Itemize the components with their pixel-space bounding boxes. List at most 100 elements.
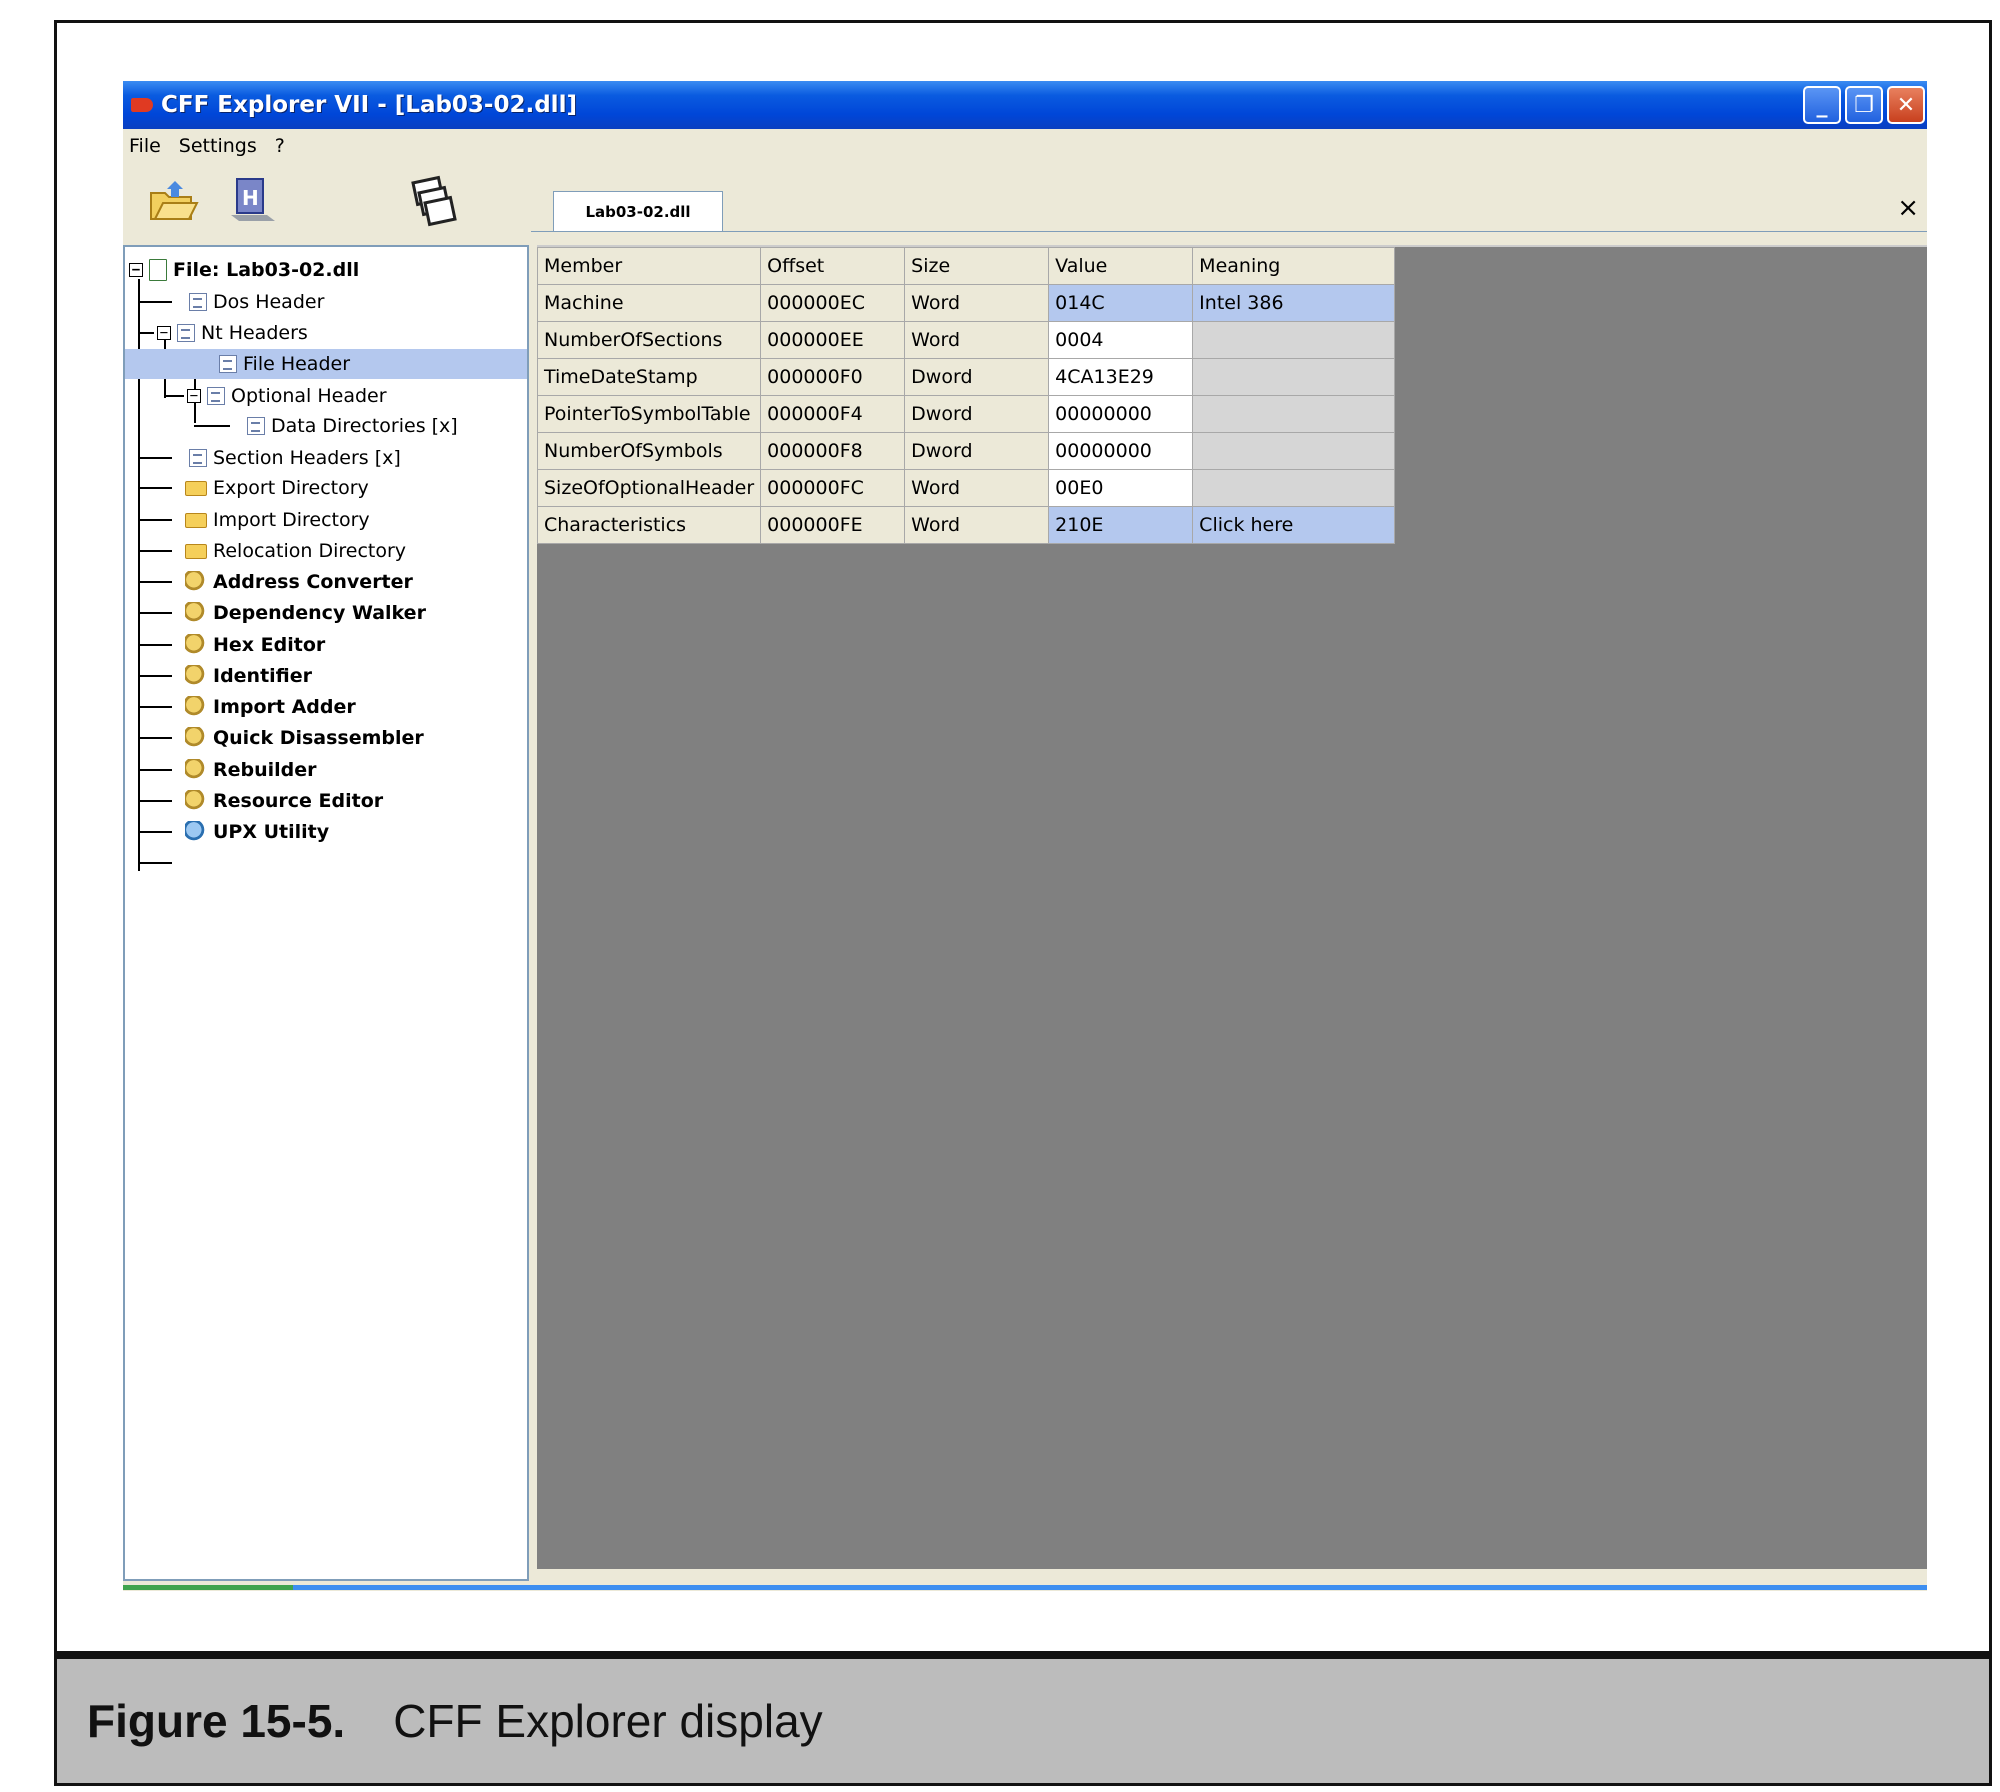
save-disk-icon[interactable]: H	[223, 171, 283, 231]
tree-item-hex-editor[interactable]: Hex Editor	[185, 630, 325, 660]
column-header[interactable]: Meaning	[1192, 247, 1396, 285]
tree-item-export-directory[interactable]: Export Directory	[185, 473, 369, 503]
tab-lab03-02-dll[interactable]: Lab03-02.dll	[553, 191, 723, 231]
tree-connector	[138, 644, 172, 646]
cell-value[interactable]: 014C	[1048, 284, 1194, 322]
tree-item-label: Address Converter	[213, 571, 413, 593]
figure-caption: Figure 15-5. CFF Explorer display	[54, 1654, 1992, 1786]
tree-item-import-adder[interactable]: Import Adder	[185, 692, 356, 722]
tree-root[interactable]: − File: Lab03-02.dll	[129, 255, 359, 285]
tree-panel[interactable]: − File: Lab03-02.dll Dos Header − Nt Hea…	[123, 245, 529, 1581]
tree-item-label: Rebuilder	[213, 759, 317, 781]
tree-item-upx-utility[interactable]: UPX Utility	[185, 817, 329, 847]
collapse-icon[interactable]: −	[129, 263, 143, 277]
tree-item-identifier[interactable]: Identifier	[185, 661, 312, 691]
tree-item-optional-header[interactable]: − Optional Header	[187, 381, 387, 411]
menu-bar: File Settings ?	[123, 129, 1927, 163]
table-row[interactable]: PointerToSymbolTable 000000F4 Dword 0000…	[536, 395, 1396, 433]
table-row[interactable]: Machine 000000EC Word 014C Intel 386	[536, 284, 1396, 322]
tree-item-dependency-walker[interactable]: Dependency Walker	[185, 598, 426, 628]
tree-item-relocation-directory[interactable]: Relocation Directory	[185, 536, 406, 566]
tree-connector	[138, 612, 172, 614]
title-bar[interactable]: CFF Explorer VII - [Lab03-02.dll] _ ❐ ✕	[123, 81, 1927, 129]
tree-item-label: Nt Headers	[201, 322, 308, 344]
cell-offset: 000000F4	[760, 395, 906, 433]
status-bar-segment	[123, 1585, 293, 1590]
restore-button[interactable]: ❐	[1845, 86, 1883, 124]
cell-value[interactable]: 00000000	[1048, 432, 1194, 470]
tree-item-address-converter[interactable]: Address Converter	[185, 567, 413, 597]
cell-meaning	[1192, 469, 1396, 507]
doc-icon	[177, 324, 195, 342]
menu-settings[interactable]: Settings	[177, 135, 269, 157]
tree-item-label: Export Directory	[213, 477, 369, 499]
cell-value[interactable]: 00000000	[1048, 395, 1194, 433]
table-row[interactable]: Characteristics 000000FE Word 210E Click…	[536, 506, 1396, 544]
tree-item-section-headers[interactable]: Section Headers [x]	[189, 443, 401, 473]
cell-value[interactable]: 00E0	[1048, 469, 1194, 507]
cell-offset: 000000FE	[760, 506, 906, 544]
cell-value[interactable]: 0004	[1048, 321, 1194, 359]
cell-meaning	[1192, 432, 1396, 470]
tool-icon	[185, 696, 207, 718]
open-folder-icon[interactable]	[143, 171, 203, 231]
file-header-table: Member Offset Size Value Meaning Machine…	[536, 247, 1396, 544]
tree-item-quick-disassembler[interactable]: Quick Disassembler	[185, 723, 424, 753]
tool-icon	[185, 821, 207, 843]
click-here-link[interactable]: Click here	[1192, 506, 1396, 544]
cell-value[interactable]: 4CA13E29	[1048, 358, 1194, 396]
minimize-button[interactable]: _	[1803, 86, 1841, 124]
table-row[interactable]: TimeDateStamp 000000F0 Dword 4CA13E29	[536, 358, 1396, 396]
tool-icon	[185, 665, 207, 687]
tree-item-label: Data Directories [x]	[271, 415, 458, 437]
tree-item-label: Dos Header	[213, 291, 325, 313]
tree-connector	[138, 862, 172, 864]
tree-connector	[138, 737, 172, 739]
tree-item-data-directories[interactable]: Data Directories [x]	[247, 411, 458, 441]
cell-member: PointerToSymbolTable	[536, 395, 762, 433]
tool-icon	[185, 634, 207, 656]
menu-help[interactable]: ?	[273, 135, 297, 157]
tree-item-dos-header[interactable]: Dos Header	[189, 287, 324, 317]
column-header[interactable]: Member	[536, 247, 762, 285]
figure-caption-text: CFF Explorer display	[393, 1695, 823, 1747]
tree-item-import-directory[interactable]: Import Directory	[185, 505, 370, 535]
cell-offset: 000000F8	[760, 432, 906, 470]
tree-item-file-header[interactable]: File Header	[125, 349, 527, 379]
column-header[interactable]: Value	[1048, 247, 1194, 285]
collapse-icon[interactable]: −	[157, 326, 171, 340]
doc-icon	[219, 355, 237, 373]
tree-item-nt-headers[interactable]: − Nt Headers	[157, 318, 308, 348]
close-button[interactable]: ✕	[1887, 86, 1925, 124]
table-row[interactable]: SizeOfOptionalHeader 000000FC Word 00E0	[536, 469, 1396, 507]
tree-connector	[138, 769, 172, 771]
figure-frame: CFF Explorer VII - [Lab03-02.dll] _ ❐ ✕ …	[54, 20, 1992, 1654]
cell-size: Word	[904, 469, 1050, 507]
tree-item-rebuilder[interactable]: Rebuilder	[185, 755, 317, 785]
cell-meaning	[1192, 358, 1396, 396]
column-header[interactable]: Size	[904, 247, 1050, 285]
tree-item-label: UPX Utility	[213, 821, 330, 843]
column-header[interactable]: Offset	[760, 247, 906, 285]
close-tab-icon[interactable]: ×	[1897, 193, 1919, 223]
tree-item-label: Import Adder	[213, 696, 356, 718]
collapse-icon[interactable]: −	[187, 389, 201, 403]
tool-icon	[185, 790, 207, 812]
cell-offset: 000000FC	[760, 469, 906, 507]
cell-value[interactable]: 210E	[1048, 506, 1194, 544]
tool-icon	[185, 571, 207, 593]
tree-connector	[164, 395, 184, 397]
folder-icon	[185, 512, 207, 528]
table-row[interactable]: NumberOfSymbols 000000F8 Dword 00000000	[536, 432, 1396, 470]
tree-item-resource-editor[interactable]: Resource Editor	[185, 786, 383, 816]
tree-item-label: Dependency Walker	[213, 602, 426, 624]
windows-cascade-icon[interactable]	[405, 171, 465, 231]
tree-item-label: Relocation Directory	[213, 540, 407, 562]
menu-file[interactable]: File	[127, 135, 173, 157]
tree-connector	[138, 457, 172, 459]
tree-connector	[138, 831, 172, 833]
table-row[interactable]: NumberOfSections 000000EE Word 0004	[536, 321, 1396, 359]
tree-item-label: File Header	[243, 353, 351, 375]
doc-icon	[189, 449, 207, 467]
cell-member: Machine	[536, 284, 762, 322]
